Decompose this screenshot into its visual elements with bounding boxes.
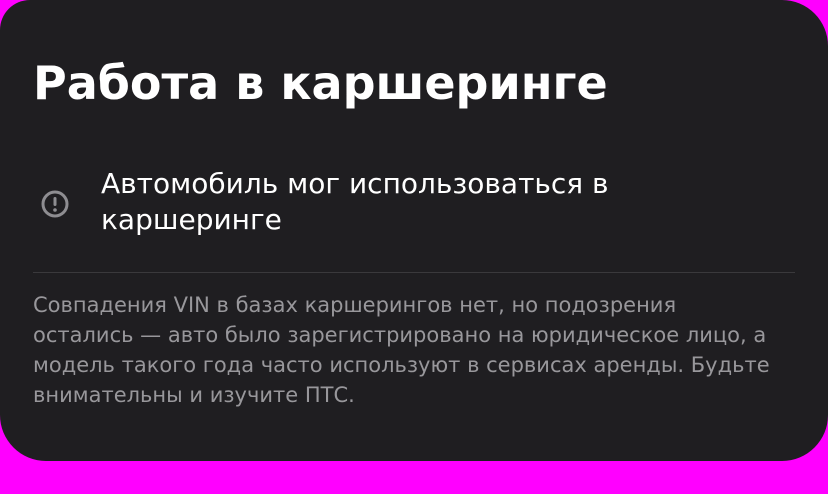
status-row: Автомобиль мог использоваться в каршерин… (33, 166, 795, 238)
exclamation-circle-icon (41, 190, 69, 218)
card-title: Работа в каршеринге (33, 56, 608, 110)
divider (33, 272, 795, 273)
carsharing-info-card: Работа в каршеринге Автомобиль мог испол… (0, 0, 828, 461)
description-text: Совпадения VIN в базах каршерингов нет, … (33, 293, 770, 407)
status-text: Автомобиль мог использоваться в каршерин… (101, 167, 609, 236)
